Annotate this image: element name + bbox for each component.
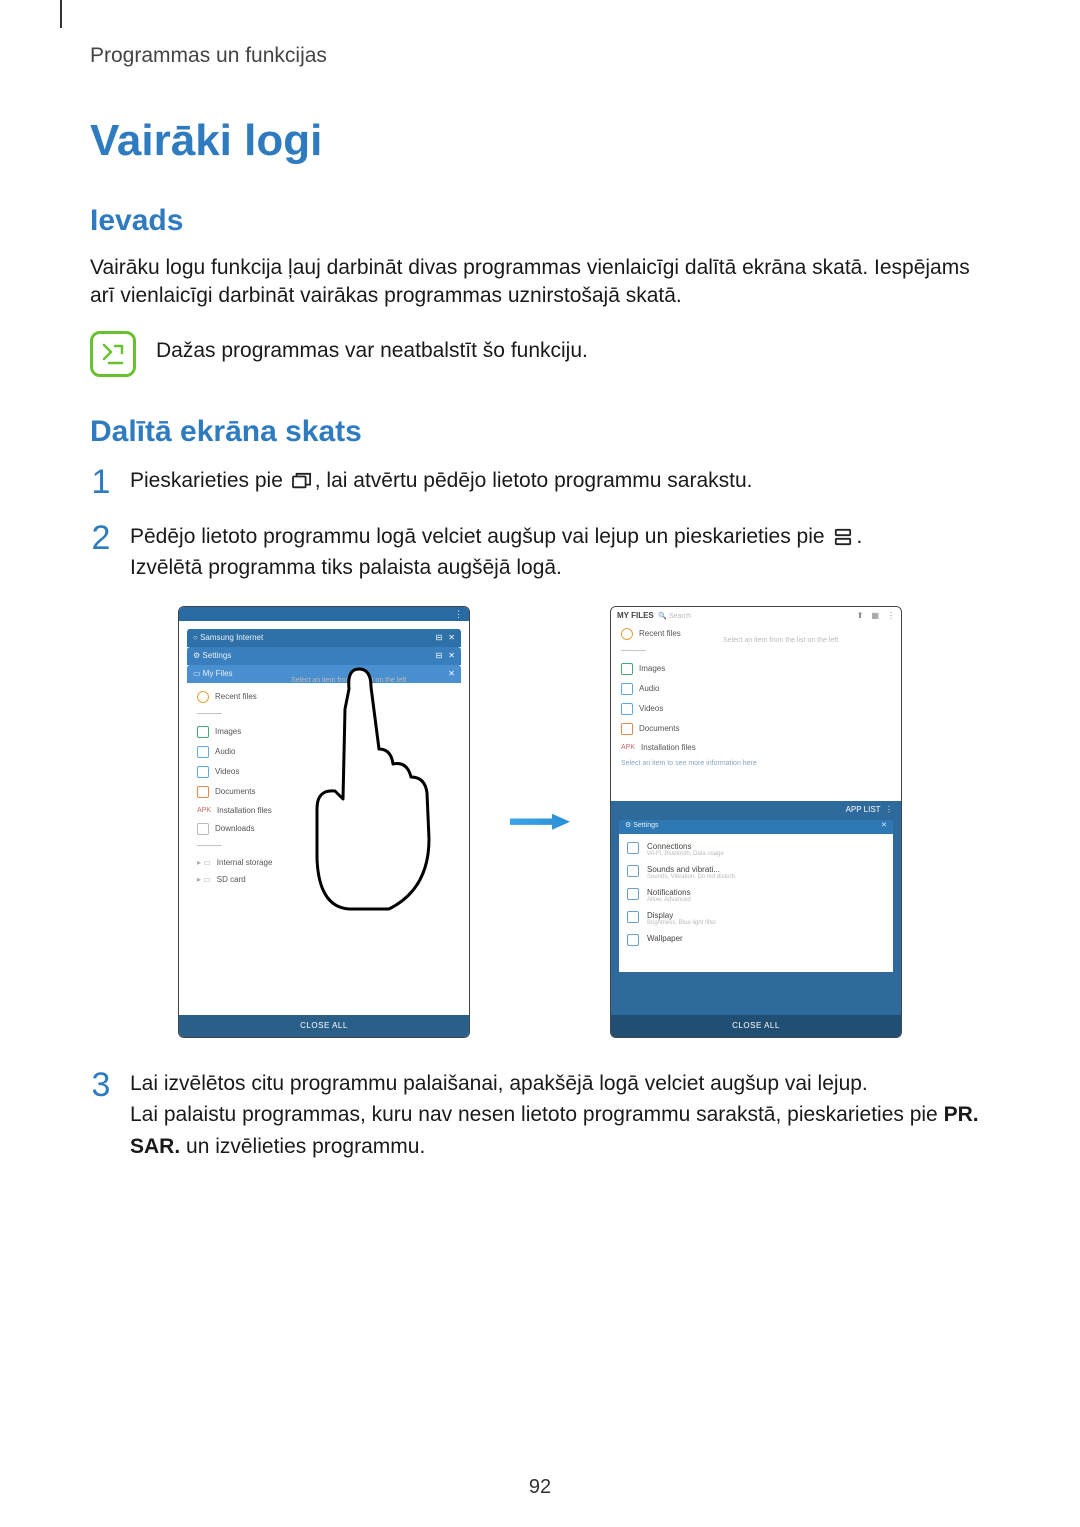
arrow-right-icon (510, 814, 570, 830)
app-list-label: APP LIST (846, 805, 881, 814)
section-heading-split: Dalītā ekrāna skats (90, 415, 990, 449)
list-divider: ───── (187, 839, 461, 854)
list-item: Downloads (187, 819, 461, 839)
intro-body: Vairāku logu funkcija ļauj darbināt diva… (90, 254, 990, 311)
share-icon: ⬆ (857, 611, 864, 620)
list-item: Documents (187, 782, 461, 802)
note-icon (90, 331, 136, 377)
recent-card: ⚙ Settings ⊟✕ (187, 647, 461, 665)
step-text: Pieskarieties pie (130, 469, 283, 492)
step-number: 3 (90, 1068, 112, 1102)
close-icon: ✕ (448, 633, 455, 642)
step-text: Lai izvēlētos citu programmu palaišanai,… (130, 1072, 868, 1095)
more-icon: ⋮ (887, 611, 895, 620)
page-tab-mark (60, 0, 62, 28)
file-panel: Recent files ───── Images Audio Videos D… (187, 683, 461, 913)
list-item: Documents (611, 719, 901, 739)
steps-list-continued: 3 Lai izvēlētos citu programmu palaišana… (90, 1068, 990, 1163)
split-screen-icon: ⊟ (436, 633, 443, 642)
more-icon: ⋮ (885, 805, 893, 814)
list-item: Videos (187, 762, 461, 782)
step-body: Pēdējo lietoto programmu logā velciet au… (130, 521, 862, 584)
step-body: Pieskarieties pie , lai atvērtu pēdējo l… (130, 465, 752, 497)
grid-icon: ▦ (871, 611, 879, 620)
step-text: un izvēlieties programmu. (180, 1135, 425, 1158)
figure: ⋮ ○ Samsung Internet ⊟✕ ⚙ Settings ⊟✕ ▭ … (90, 606, 990, 1038)
tablet-mock-left: ⋮ ○ Samsung Internet ⊟✕ ⚙ Settings ⊟✕ ▭ … (178, 606, 470, 1038)
step-text: . (856, 525, 862, 548)
split-screen-icon: ⊟ (436, 651, 443, 660)
list-item: Images (187, 722, 461, 742)
settings-list: ConnectionsWi-Fi, Bluetooth, Data usage … (619, 834, 893, 972)
step-text: Lai palaistu programmas, kuru nav nesen … (130, 1103, 944, 1126)
step-1: 1 Pieskarieties pie , lai atvērtu pēdējo… (90, 465, 990, 499)
page-title: Vairāki logi (90, 116, 990, 166)
list-item: Audio (611, 679, 901, 699)
list-item: APKInstallation files (611, 739, 901, 756)
empty-placeholder: Select an item from the list on the left (723, 637, 893, 644)
step-3: 3 Lai izvēlētos citu programmu palaišana… (90, 1068, 990, 1163)
list-item: Audio (187, 742, 461, 762)
breadcrumb: Programmas un funkcijas (90, 44, 990, 68)
card-label: My Files (203, 669, 233, 678)
page-number: 92 (0, 1476, 1080, 1499)
recent-apps-icon (291, 472, 313, 490)
empty-placeholder: Select an item from the list on the left (291, 677, 461, 684)
card-label: Settings (202, 651, 231, 660)
recent-card: ⚙ Settings ✕ (619, 820, 893, 834)
close-icon: ✕ (881, 821, 887, 829)
list-divider: ───── (611, 644, 901, 659)
tablet-mock-right: MY FILES 🔍 Search ⬆▦⋮ Recent files ─────… (610, 606, 902, 1038)
list-item: Videos (611, 699, 901, 719)
list-item: Sounds and vibrati...Sounds, Vibration, … (619, 861, 893, 884)
split-bottom-pane: APP LIST ⋮ ⚙ Settings ✕ ConnectionsWi-Fi… (611, 801, 901, 1037)
list-item: Wallpaper (619, 930, 893, 950)
hint-text: Select an item to see more information h… (611, 756, 901, 771)
status-bar: ⋮ (179, 607, 469, 621)
list-item: ▸ ▭Internal storage (187, 854, 461, 871)
list-item: Recent files (187, 687, 461, 707)
close-all-button: CLOSE ALL (611, 1015, 901, 1037)
close-icon: ✕ (448, 651, 455, 660)
split-top-pane: MY FILES 🔍 Search ⬆▦⋮ Recent files ─────… (611, 607, 901, 787)
list-item: APKInstallation files (187, 802, 461, 819)
recent-card: ○ Samsung Internet ⊟✕ (187, 629, 461, 647)
list-item: NotificationsAllow, Advanced (619, 884, 893, 907)
steps-list: 1 Pieskarieties pie , lai atvērtu pēdējo… (90, 465, 990, 584)
list-item: Images (611, 659, 901, 679)
search-placeholder: 🔍 Search (658, 613, 691, 620)
step-text: , lai atvērtu pēdējo lietoto programmu s… (315, 469, 753, 492)
step-body: Lai izvēlētos citu programmu palaišanai,… (130, 1068, 990, 1163)
pane-title: MY FILES (617, 611, 654, 620)
step-2: 2 Pēdējo lietoto programmu logā velciet … (90, 521, 990, 584)
document-page: Programmas un funkcijas Vairāki logi Iev… (0, 0, 1080, 1527)
step-number: 1 (90, 465, 112, 499)
list-item: ConnectionsWi-Fi, Bluetooth, Data usage (619, 838, 893, 861)
note-row: Dažas programmas var neatbalstīt šo funk… (90, 331, 990, 377)
close-all-button: CLOSE ALL (179, 1015, 469, 1037)
more-icon: ⋮ (454, 609, 463, 620)
list-divider: ───── (187, 707, 461, 722)
step-number: 2 (90, 521, 112, 555)
card-stack: ○ Samsung Internet ⊟✕ ⚙ Settings ⊟✕ ▭ My… (179, 621, 469, 913)
card-label: Samsung Internet (200, 633, 263, 642)
note-text: Dažas programmas var neatbalstīt šo funk… (156, 331, 588, 365)
split-screen-icon (832, 528, 854, 546)
list-item: ▸ ▭SD card (187, 871, 461, 888)
step-text: Izvēlētā programma tiks palaista augšējā… (130, 556, 562, 579)
list-item: DisplayBrightness, Blue light filter (619, 907, 893, 930)
step-text: Pēdējo lietoto programmu logā velciet au… (130, 525, 825, 548)
section-heading-intro: Ievads (90, 204, 990, 238)
